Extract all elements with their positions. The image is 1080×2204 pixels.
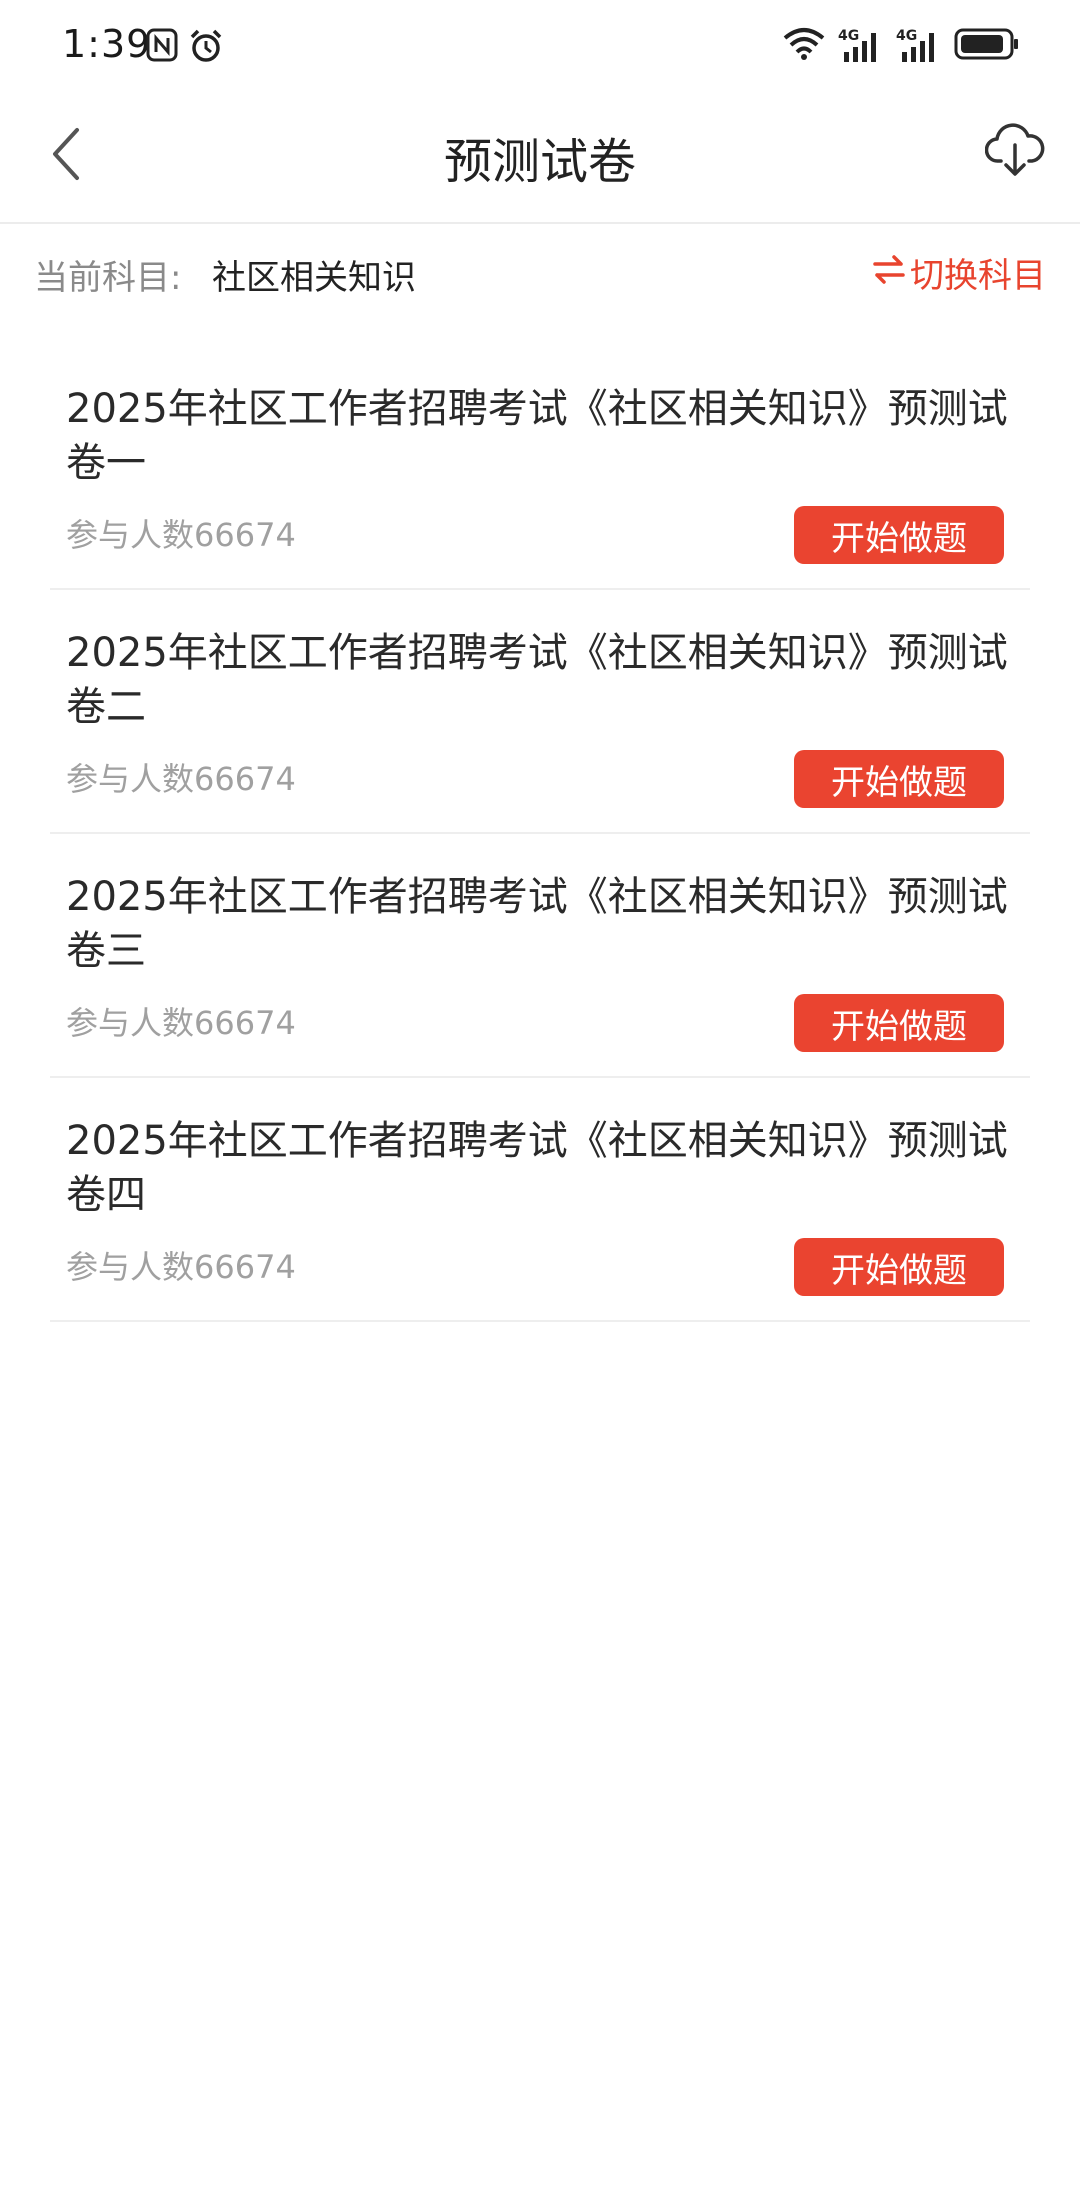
subject-value: 社区相关知识: [212, 258, 416, 298]
paper-participants: 参与人数66674: [66, 1004, 296, 1042]
switch-subject-button[interactable]: 切换科目: [872, 248, 1046, 297]
nfc-icon: [146, 28, 178, 68]
list-item[interactable]: 2025年社区工作者招聘考试《社区相关知识》预测试卷四 参与人数66674 开始…: [50, 1078, 1030, 1322]
battery-icon: [954, 27, 1020, 65]
list-item[interactable]: 2025年社区工作者招聘考试《社区相关知识》预测试卷三 参与人数66674 开始…: [50, 834, 1030, 1078]
status-right-icons: 4G 4G: [782, 26, 1020, 66]
signal-4g-icon: 4G: [838, 28, 884, 64]
subject-bar: 当前科目: 社区相关知识 切换科目: [0, 224, 1080, 324]
start-practice-button[interactable]: 开始做题: [794, 750, 1004, 808]
status-time: 1:39: [62, 22, 152, 66]
download-button[interactable]: [980, 118, 1050, 188]
paper-list: 2025年社区工作者招聘考试《社区相关知识》预测试卷一 参与人数66674 开始…: [50, 346, 1030, 1322]
switch-subject-label: 切换科目: [910, 256, 1046, 296]
start-practice-button[interactable]: 开始做题: [794, 994, 1004, 1052]
nav-bar: 预测试卷: [0, 92, 1080, 224]
status-bar: 1:39 4G 4G: [0, 0, 1080, 92]
cloud-download-icon: [984, 121, 1045, 185]
paper-title: 2025年社区工作者招聘考试《社区相关知识》预测试卷三: [66, 874, 1008, 974]
subject-label: 当前科目:: [34, 258, 182, 298]
start-practice-button[interactable]: 开始做题: [794, 506, 1004, 564]
alarm-icon: [188, 28, 224, 68]
status-left-icons: [146, 28, 224, 68]
paper-participants: 参与人数66674: [66, 516, 296, 554]
paper-participants: 参与人数66674: [66, 1248, 296, 1286]
list-item[interactable]: 2025年社区工作者招聘考试《社区相关知识》预测试卷一 参与人数66674 开始…: [50, 346, 1030, 590]
signal-4g-icon: 4G: [896, 28, 942, 64]
paper-title: 2025年社区工作者招聘考试《社区相关知识》预测试卷二: [66, 630, 1008, 730]
paper-title: 2025年社区工作者招聘考试《社区相关知识》预测试卷一: [66, 386, 1008, 486]
page-title: 预测试卷: [443, 134, 636, 190]
swap-arrows-icon: [872, 253, 906, 293]
paper-title: 2025年社区工作者招聘考试《社区相关知识》预测试卷四: [66, 1118, 1008, 1218]
list-item[interactable]: 2025年社区工作者招聘考试《社区相关知识》预测试卷二 参与人数66674 开始…: [50, 590, 1030, 834]
paper-participants: 参与人数66674: [66, 760, 296, 798]
start-practice-button[interactable]: 开始做题: [794, 1238, 1004, 1296]
wifi-icon: [782, 26, 826, 66]
